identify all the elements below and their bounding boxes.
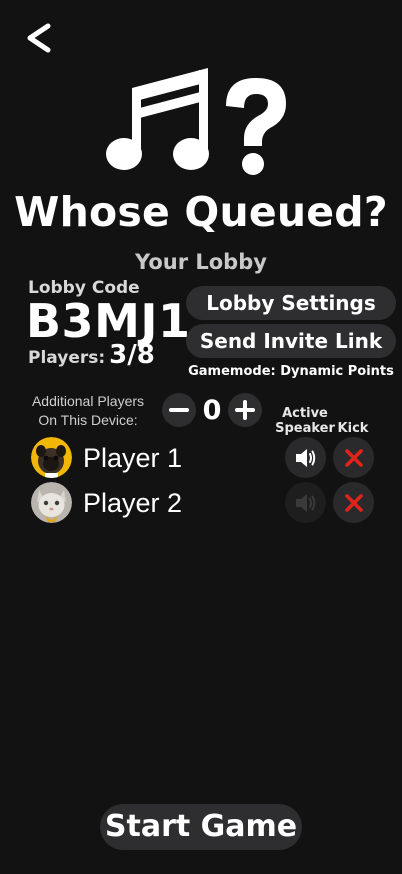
speaker-icon <box>295 493 315 512</box>
lobby-settings-button[interactable]: Lobby Settings <box>186 286 396 320</box>
gamemode-label: Gamemode: Dynamic Points <box>188 364 394 379</box>
section-title: Your Lobby <box>135 250 267 274</box>
active-speaker-header-line2: Speaker <box>275 421 335 436</box>
back-button[interactable] <box>22 20 58 56</box>
active-speaker-button[interactable] <box>285 437 326 478</box>
logo <box>104 66 294 178</box>
music-notes-question-icon <box>106 68 286 175</box>
kick-button[interactable] <box>333 437 374 478</box>
players-count-row: Players: 3/8 <box>28 340 155 370</box>
additional-players-label: Additional Players On This Device: <box>18 392 158 430</box>
player-name: Player 1 <box>83 443 183 473</box>
kick-button[interactable] <box>333 482 374 523</box>
players-count: 3/8 <box>109 340 155 370</box>
additional-players-stepper: 0 <box>162 393 262 427</box>
player-row: Player 2 <box>31 482 376 524</box>
players-label: Players: <box>28 348 106 368</box>
close-icon <box>344 448 363 467</box>
active-speaker-column-header: Active Speaker <box>274 406 336 436</box>
kick-column-header: Kick <box>337 421 369 436</box>
speaker-icon <box>295 448 315 467</box>
close-icon <box>344 493 363 512</box>
decrement-button[interactable] <box>162 393 196 427</box>
player-name: Player 2 <box>83 488 183 518</box>
pug-avatar <box>31 437 72 478</box>
active-speaker-button[interactable] <box>285 482 326 523</box>
plus-icon <box>235 400 255 420</box>
additional-players-value: 0 <box>202 394 222 426</box>
app-title: Whose Queued? <box>14 188 388 236</box>
increment-button[interactable] <box>228 393 262 427</box>
active-speaker-header-line1: Active <box>282 406 328 421</box>
additional-players-label-line2: On This Device: <box>38 412 138 428</box>
additional-players-label-line1: Additional Players <box>31 393 145 409</box>
minus-icon <box>169 408 189 412</box>
chevron-left-icon <box>27 23 51 53</box>
send-invite-link-button[interactable]: Send Invite Link <box>186 324 396 358</box>
start-game-button[interactable]: Start Game <box>100 804 302 850</box>
cat-avatar <box>31 482 72 523</box>
player-row: Player 1 <box>31 437 376 479</box>
